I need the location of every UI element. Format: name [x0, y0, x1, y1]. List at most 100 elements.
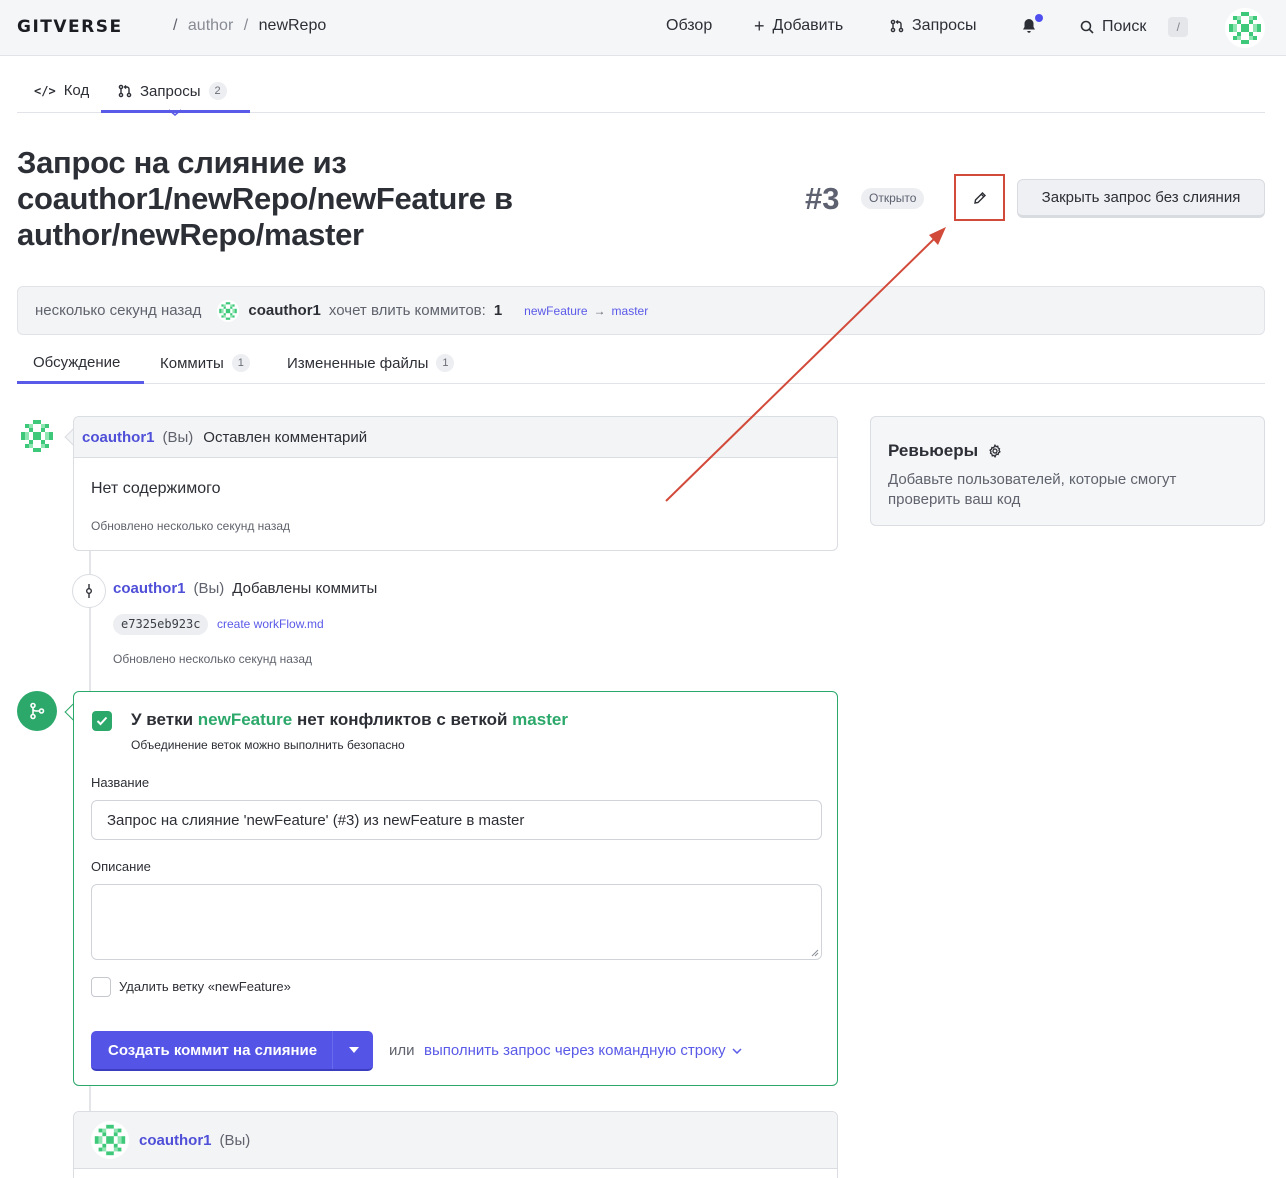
comment-body: Нет содержимого: [91, 480, 221, 497]
close-without-merge-button[interactable]: Закрыть запрос без слияния: [1017, 179, 1265, 218]
cli-link-label: выполнить запрос через командную строку: [424, 1042, 726, 1059]
code-icon: </>: [34, 83, 56, 98]
tab-changed-files-label: Измененные файлы: [287, 354, 429, 372]
tab-code-label: Код: [63, 82, 90, 99]
comment-action: Оставлен комментарий: [203, 428, 368, 446]
nav-overview-label: Обзор: [666, 17, 713, 34]
summary-user[interactable]: coauthor1: [248, 302, 321, 319]
active-tab-notch: [169, 109, 181, 116]
description-label: Описание: [91, 859, 151, 874]
notification-dot: [1035, 14, 1043, 22]
comment-you: (Вы): [219, 1131, 251, 1149]
tab-changed-files[interactable]: Измененные файлы 1: [287, 354, 455, 372]
tab-commits[interactable]: Коммиты 1: [160, 354, 250, 372]
gitverse-logo[interactable]: GITVERSE: [17, 17, 123, 37]
comment-updated: Обновлено несколько секунд назад: [91, 519, 291, 533]
merge-button-label: Создать коммит на слияние: [108, 1041, 318, 1059]
merge-name-field[interactable]: Запрос на слияние 'newFeature' (#3) из n…: [91, 800, 822, 840]
commit-node: [72, 574, 106, 608]
merge-status-subtitle: Объединение веток можно выполнить безопа…: [131, 738, 405, 752]
source-branch-link[interactable]: newFeature: [524, 304, 587, 318]
comment-card: coauthor1 (Вы): [73, 1111, 838, 1178]
resize-handle-icon[interactable]: [811, 949, 819, 957]
merge-icon: [28, 702, 46, 720]
tab-requests-count: 2: [208, 82, 227, 100]
breadcrumb: / author / newRepo: [173, 17, 326, 35]
active-tab-indicator: [17, 381, 144, 384]
comment-card: coauthor1 (Вы) Оставлен комментарий Нет …: [73, 416, 838, 551]
summary-commit-count: 1: [493, 302, 503, 319]
name-label: Название: [91, 775, 150, 790]
merge-node: [17, 691, 57, 731]
commits-updated: Обновлено несколько секунд назад: [113, 652, 313, 666]
cli-instructions-link[interactable]: выполнить запрос через командную строку: [424, 1042, 742, 1059]
plus-icon: +: [754, 16, 765, 36]
comment-header: coauthor1 (Вы) Оставлен комментарий: [74, 417, 837, 458]
tab-commits-label: Коммиты: [160, 354, 224, 372]
caret-down-icon[interactable]: [349, 1047, 359, 1053]
comment-author[interactable]: coauthor1: [82, 429, 155, 446]
pencil-icon: [973, 191, 987, 205]
summary-time: несколько секунд назад: [35, 302, 202, 319]
avatar: [217, 299, 240, 322]
tab-discussion-label: Обсуждение: [33, 354, 121, 371]
commits-author[interactable]: coauthor1: [113, 580, 186, 597]
breadcrumb-repo[interactable]: newRepo: [259, 17, 327, 34]
reviewers-text: Добавьте пользователей, которые смогут п…: [888, 471, 1177, 508]
delete-branch-checkbox[interactable]: [91, 977, 111, 997]
tab-requests[interactable]: Запросы 2: [118, 82, 227, 100]
pull-request-icon: [890, 19, 904, 33]
create-merge-commit-button[interactable]: Создать коммит на слияние: [91, 1031, 373, 1071]
nav-add-label: Добавить: [772, 17, 844, 34]
edit-title-button[interactable]: [954, 174, 1005, 221]
merge-description-field[interactable]: [91, 884, 822, 960]
commit-message-link[interactable]: create workFlow.md: [217, 617, 324, 631]
search-button[interactable]: Поиск /: [1080, 17, 1189, 37]
merge-title-prefix: У ветки: [131, 710, 194, 729]
nav-add[interactable]: + Добавить: [754, 17, 843, 35]
breadcrumb-sep: /: [173, 17, 178, 34]
tab-changed-files-count: 1: [436, 354, 455, 372]
merge-title-middle: нет конфликтов с веткой: [297, 710, 508, 729]
chevron-down-icon: [732, 1047, 742, 1054]
target-branch-link[interactable]: master: [612, 304, 649, 318]
merge-name-value: Запрос на слияние 'newFeature' (#3) из n…: [107, 811, 525, 829]
arrow-right-icon: →: [593, 303, 606, 318]
tab-commits-count: 1: [231, 354, 250, 372]
commit-sha[interactable]: e7325eb923c: [113, 614, 209, 635]
nav-requests-label: Запросы: [912, 17, 977, 34]
top-bar: GITVERSE / author / newRepo Обзор + Доба…: [0, 0, 1286, 56]
commits-you: (Вы): [193, 580, 225, 597]
page-title: Запрос на слияние из coauthor1/newRepo/n…: [17, 145, 513, 252]
gear-icon[interactable]: [988, 444, 1002, 458]
tab-discussion[interactable]: Обсуждение: [33, 354, 120, 371]
merge-source-branch: newFeature: [197, 710, 293, 729]
avatar[interactable]: [17, 416, 57, 456]
notifications-button[interactable]: [1022, 18, 1036, 34]
nav-requests[interactable]: Запросы: [890, 17, 977, 35]
breadcrumb-sep: /: [243, 17, 249, 34]
tab-code[interactable]: </> Код: [34, 82, 89, 99]
pull-request-icon: [118, 84, 132, 98]
merge-target-branch: master: [512, 710, 568, 729]
button-divider: [332, 1031, 333, 1069]
commits-action: Добавлены коммиты: [232, 580, 378, 597]
bell-icon: [1022, 18, 1036, 34]
pr-number: #3: [805, 181, 840, 216]
comment-header: coauthor1 (Вы): [74, 1112, 837, 1169]
user-avatar[interactable]: [1225, 8, 1265, 48]
reviewers-title-label: Ревьюеры: [888, 441, 979, 460]
repo-tabs: </> Код Запросы 2: [17, 70, 1265, 116]
search-shortcut: /: [1168, 17, 1189, 37]
avatar[interactable]: [91, 1121, 129, 1159]
search-icon: [1080, 20, 1094, 34]
reviewers-panel: Ревьюеры Добавьте пользователей, которые…: [870, 416, 1265, 526]
nav-overview[interactable]: Обзор: [666, 17, 712, 35]
pr-summary: несколько секунд назад coauthor1 хочет в…: [17, 286, 1265, 335]
comment-author[interactable]: coauthor1: [139, 1132, 212, 1149]
merge-card: У ветки newFeature нет конфликтов с ветк…: [73, 691, 838, 1086]
comment-you: (Вы): [162, 428, 194, 446]
delete-branch-label[interactable]: Удалить ветку «newFeature»: [119, 979, 291, 994]
breadcrumb-owner[interactable]: author: [188, 17, 233, 34]
summary-wants: хочет влить коммитов:: [328, 302, 486, 319]
